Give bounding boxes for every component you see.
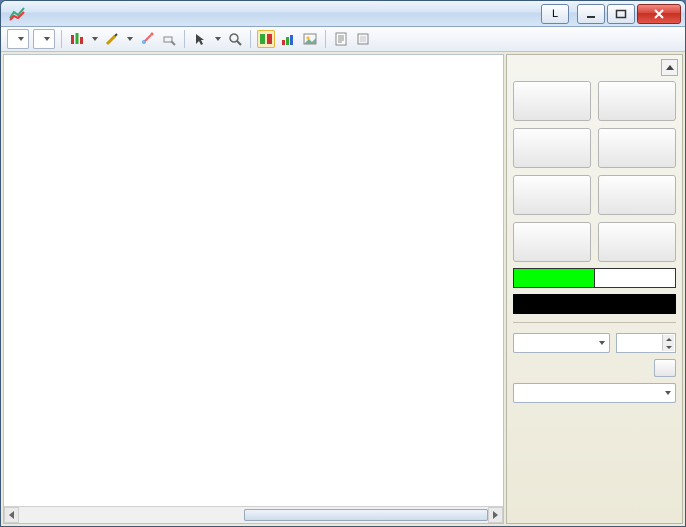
properties-icon[interactable] bbox=[332, 30, 350, 48]
cursor-icon[interactable] bbox=[191, 30, 209, 48]
bar-style-icon[interactable] bbox=[68, 30, 86, 48]
horizontal-scrollbar[interactable] bbox=[4, 506, 503, 523]
position-price-box bbox=[595, 268, 676, 288]
buy-ask-button[interactable] bbox=[513, 128, 591, 168]
chart-area[interactable] bbox=[4, 55, 503, 506]
buy-bid-button[interactable] bbox=[513, 175, 591, 215]
qty-input[interactable] bbox=[616, 333, 676, 353]
chart-trader-panel bbox=[506, 54, 683, 524]
rev-button[interactable] bbox=[513, 222, 591, 262]
scroll-left-arrow[interactable] bbox=[4, 507, 19, 523]
atm-strategy-combo[interactable] bbox=[513, 383, 676, 403]
minimize-button[interactable] bbox=[577, 4, 605, 24]
toolbar bbox=[1, 27, 685, 52]
zoom-in-icon[interactable] bbox=[226, 30, 244, 48]
app-window: L bbox=[0, 0, 686, 527]
close-button[interactable] bbox=[637, 4, 681, 24]
app-icon bbox=[9, 6, 25, 22]
sell-ask-button[interactable] bbox=[598, 128, 676, 168]
chart-pane bbox=[3, 54, 504, 524]
scroll-right-arrow[interactable] bbox=[488, 507, 503, 523]
data-series-icon[interactable] bbox=[279, 30, 297, 48]
close-position-button[interactable] bbox=[598, 222, 676, 262]
indicator-icon[interactable] bbox=[138, 30, 156, 48]
position-qty-box bbox=[513, 268, 595, 288]
scroll-thumb[interactable] bbox=[244, 509, 488, 521]
chart-trader-icon[interactable] bbox=[257, 30, 275, 48]
draw-tool-icon[interactable] bbox=[103, 30, 121, 48]
image-icon[interactable] bbox=[301, 30, 319, 48]
draw-tool-dropdown[interactable] bbox=[125, 37, 134, 41]
cursor-dropdown[interactable] bbox=[213, 37, 222, 41]
format-icon[interactable] bbox=[354, 30, 372, 48]
interval-combo[interactable] bbox=[33, 29, 55, 49]
atm-config-button[interactable] bbox=[654, 359, 676, 377]
titlebar[interactable]: L bbox=[1, 1, 685, 27]
sell-market-button[interactable] bbox=[598, 81, 676, 121]
link-button[interactable]: L bbox=[541, 4, 569, 24]
position-pl-box bbox=[513, 294, 676, 314]
instrument-combo[interactable] bbox=[7, 29, 29, 49]
panel-scroll-up[interactable] bbox=[661, 59, 678, 76]
account-combo[interactable] bbox=[513, 333, 610, 353]
maximize-button[interactable] bbox=[607, 4, 635, 24]
buy-market-button[interactable] bbox=[513, 81, 591, 121]
sell-bid-button[interactable] bbox=[598, 175, 676, 215]
zoom-tool-icon[interactable] bbox=[160, 30, 178, 48]
bar-style-dropdown[interactable] bbox=[90, 37, 99, 41]
